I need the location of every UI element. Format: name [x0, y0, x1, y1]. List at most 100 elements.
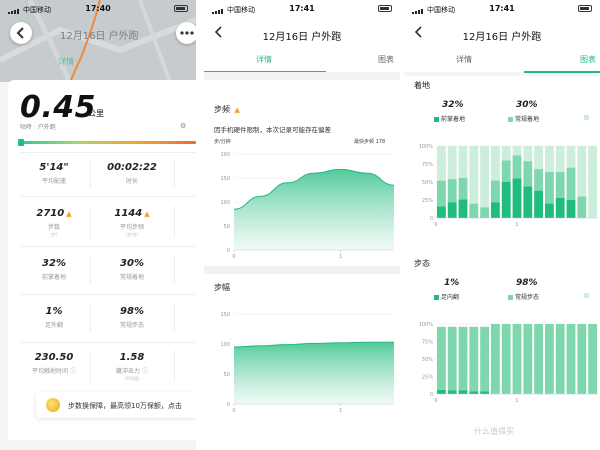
nav-header: 12月16日 户外跑 详情 图表: [404, 16, 600, 73]
stat-label: 前掌着地: [41, 274, 66, 281]
warning-icon[interactable]: ▲: [144, 210, 149, 218]
bar: [490, 180, 500, 203]
battery-icon: [378, 5, 392, 12]
status-bar: 中国移动 17:41: [204, 0, 400, 16]
y-tick-label: 50: [224, 224, 230, 230]
bar: [469, 326, 479, 392]
stat-value: 1%: [45, 306, 63, 317]
stat-value: 230.50: [34, 352, 74, 363]
y-tick-label: 100: [220, 200, 230, 206]
y-tick-label: 75%: [422, 340, 433, 346]
x-tick-label: 1: [339, 408, 342, 414]
bar: [544, 146, 554, 172]
stat-impact: 1.58 罐冲击力 ⓘ (不同值): [92, 352, 172, 382]
bar: [544, 171, 554, 204]
stat-normal-gait: 98% 常规步态: [92, 306, 172, 329]
x-tick-label: 0: [232, 408, 235, 414]
stat-steps: 2710 ▲ 步数 (步): [20, 208, 88, 238]
y-tick-label: 50: [224, 372, 230, 378]
stat-label: 罐冲击力: [116, 368, 141, 375]
warning-icon[interactable]: ▲: [66, 210, 71, 218]
active-tab-indicator: [524, 71, 600, 73]
clock: 17:41: [289, 4, 315, 13]
y-tick-label: 25%: [422, 198, 433, 204]
page-title: 12月16日 户外跑: [60, 31, 139, 42]
info-icon[interactable]: ⓘ: [142, 368, 148, 375]
stat-value: 00:02:22: [107, 162, 157, 173]
stat-unit: (步/分): [125, 232, 139, 237]
y-tick-label: 0: [227, 248, 230, 254]
landing-title: 着地: [414, 81, 430, 90]
bar: [490, 324, 500, 394]
bar: [436, 146, 446, 181]
bar: [458, 199, 468, 218]
bar: [555, 146, 565, 172]
activity-source: 咕咚 · 户外跑: [20, 124, 56, 131]
tab-detail[interactable]: 详情: [456, 54, 472, 65]
bar: [501, 182, 511, 218]
stat-value: 30%: [120, 258, 144, 269]
stat-label: 步数: [47, 224, 60, 231]
legend-other: [584, 292, 591, 299]
tab-detail[interactable]: 详情: [58, 56, 74, 67]
stat-value: 32%: [42, 258, 66, 269]
bar: [577, 196, 587, 218]
bar: [458, 390, 468, 394]
gait-title: 步态: [414, 259, 430, 268]
run-detail-screen: 中国移动 17:41 12月16日 户外跑 详情 图表 步频 ▲ 因手机硬件限制…: [204, 0, 400, 450]
divider: [20, 196, 196, 197]
bar: [447, 390, 457, 394]
bar: [469, 203, 479, 218]
landing-chart[interactable]: 100% 75% 50% 25% 00 1: [404, 136, 600, 252]
divider: [90, 160, 91, 188]
stat-value: 1.58: [119, 352, 145, 363]
x-tick-label: 0: [434, 398, 437, 404]
x-tick-label: 0: [232, 254, 235, 260]
bar: [512, 146, 522, 156]
divider: [90, 304, 91, 332]
y-tick-label: 100%: [419, 322, 434, 328]
tab-detail[interactable]: 详情: [256, 54, 272, 65]
cadence-title: 步频 ▲: [214, 105, 240, 114]
divider: [20, 294, 196, 295]
y-tick-label: 0: [430, 392, 433, 398]
divider: [90, 350, 91, 382]
bar: [447, 202, 457, 218]
x-tick-label: 1: [339, 254, 342, 260]
y-tick-label: 0: [430, 216, 433, 222]
landing-pct-forefoot: 32%: [442, 100, 464, 110]
cadence-chart[interactable]: 200 150 100 50 00 1: [204, 146, 400, 266]
distance-value: 0.45: [20, 90, 97, 125]
y-tick-label: 0: [227, 402, 230, 408]
intensity-bar: [18, 139, 196, 146]
tab-chart[interactable]: 图表: [580, 54, 596, 65]
settings-icon[interactable]: ⚙: [180, 122, 186, 130]
cadence-unit: 步/分钟: [214, 139, 231, 145]
tab-chart[interactable]: 图表: [378, 54, 394, 65]
distance-unit: 公里: [88, 109, 104, 118]
stat-unit: (步): [50, 232, 58, 237]
divider: [20, 152, 196, 153]
page-title: 12月16日 户外跑: [262, 32, 342, 43]
info-icon[interactable]: ⓘ: [70, 368, 76, 375]
stride-section: 步幅 150 100 50 0 0 1: [204, 274, 400, 450]
warning-icon[interactable]: ▲: [235, 106, 240, 114]
stride-chart[interactable]: 150 100 50 00 1: [204, 304, 400, 424]
back-button[interactable]: [10, 22, 32, 44]
gait-chart[interactable]: 100% 75% 50% 25% 00 1: [404, 314, 600, 434]
bar: [501, 324, 511, 394]
bar: [588, 146, 598, 218]
summary-card: 0.45 公里 咕咚 · 户外跑 ⚙ 5'14" 平均配速 00:02:22 时…: [8, 80, 196, 440]
stat-ground-contact: 230.50 平均触地时间 ⓘ: [20, 352, 88, 375]
status-bar: 中国移动 17:40: [0, 0, 196, 16]
bar: [588, 324, 598, 394]
battery-icon: [174, 5, 188, 12]
promo-banner[interactable]: 步数换保障，最高领10万保额，点击: [36, 392, 196, 418]
more-button[interactable]: [176, 22, 196, 44]
legend-normal: 常规着地: [508, 114, 539, 123]
stat-label: 常规着地: [119, 274, 144, 281]
divider: [174, 304, 175, 332]
legend-normal-gait: 常规步态: [508, 292, 539, 301]
bar: [577, 146, 587, 197]
gait-pct-inversion: 1%: [444, 278, 460, 288]
